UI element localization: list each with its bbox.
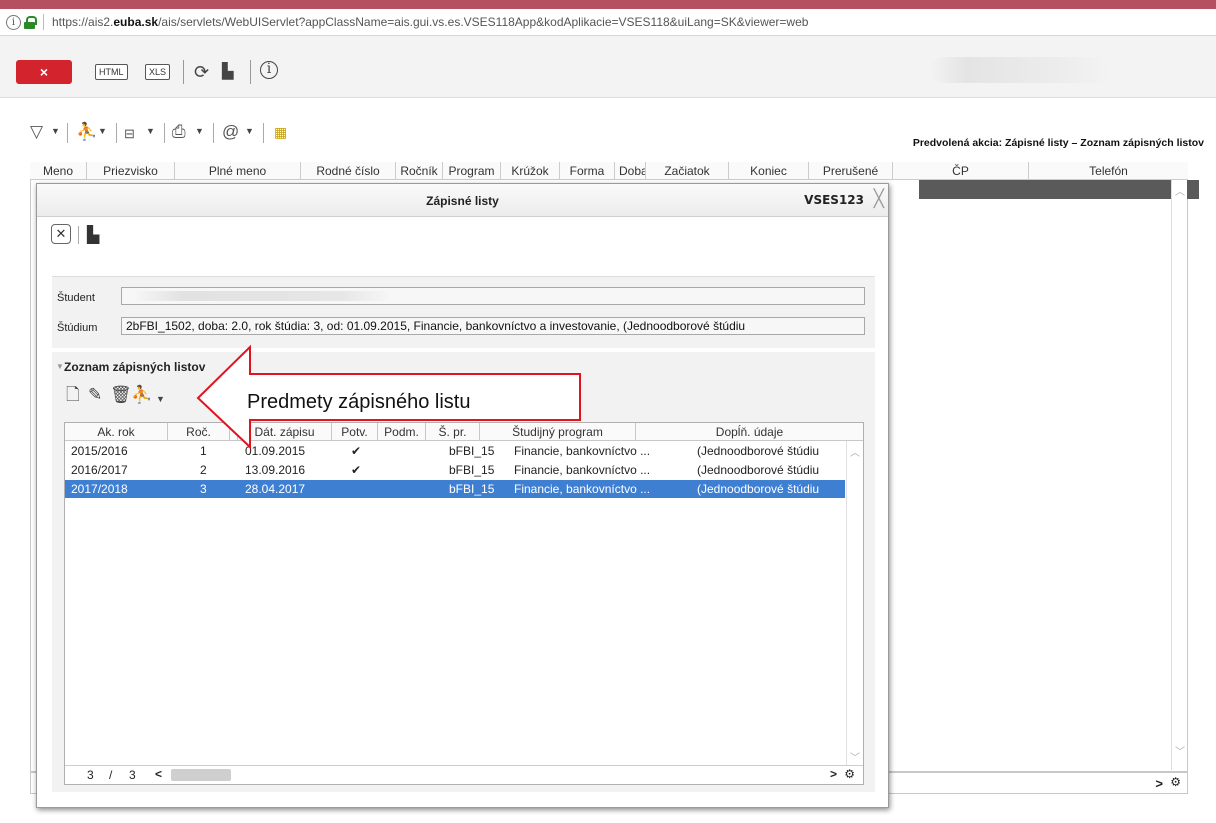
ais-window: i https://ais2.euba.sk/ais/servlets/WebU… (0, 0, 1216, 823)
callout-text: Predmety zápisného listu (247, 391, 471, 413)
callout-arrow (196, 344, 581, 450)
